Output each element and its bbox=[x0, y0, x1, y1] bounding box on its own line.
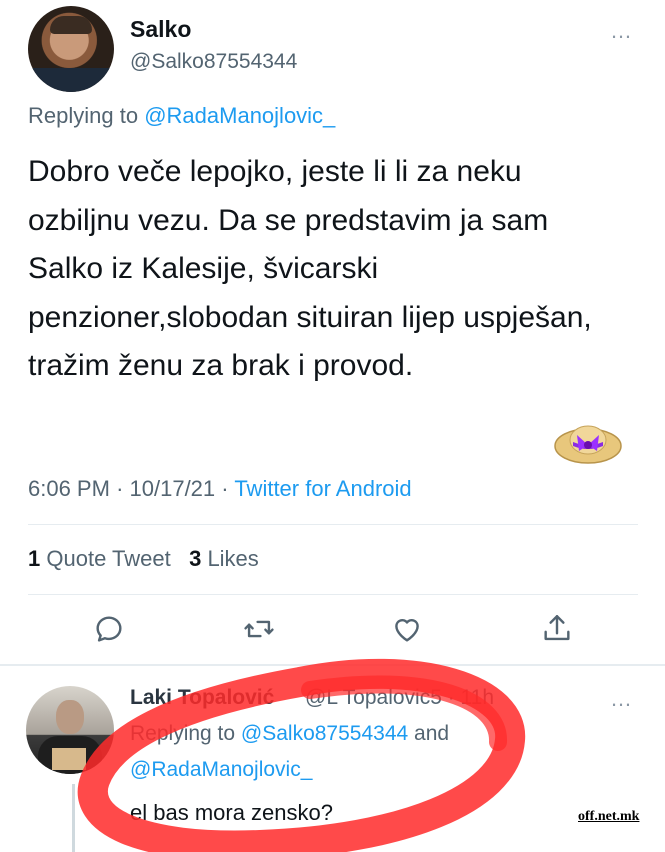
author-avatar[interactable] bbox=[28, 6, 114, 92]
divider bbox=[0, 664, 665, 666]
author-handle[interactable]: @Salko87554344 bbox=[130, 50, 297, 74]
author-name[interactable]: Salko bbox=[130, 16, 191, 43]
heart-icon[interactable] bbox=[390, 612, 424, 646]
tweet-date: 10/17/21 bbox=[129, 476, 216, 501]
thread-line bbox=[72, 784, 75, 852]
reply-author-avatar[interactable] bbox=[26, 686, 114, 774]
quote-tweets-stat[interactable]: 1 Quote Tweet bbox=[28, 546, 171, 571]
more-options-icon[interactable]: … bbox=[610, 18, 633, 44]
hat-sticker-icon bbox=[553, 418, 623, 466]
reply-replying-to: Replying to @Salko87554344 and bbox=[130, 722, 449, 746]
reply-replying-prefix: Replying to bbox=[130, 722, 236, 745]
retweet-icon[interactable] bbox=[242, 612, 276, 646]
replying-to: Replying to @RadaManojlovic_ bbox=[28, 103, 335, 129]
tweet-stats: 1 Quote Tweet 3 Likes bbox=[28, 546, 259, 572]
divider bbox=[28, 524, 638, 525]
replying-to-link[interactable]: @RadaManojlovic_ bbox=[144, 103, 335, 128]
reply-icon[interactable] bbox=[92, 612, 126, 646]
watermark: off.net.mk bbox=[575, 808, 643, 826]
likes-stat[interactable]: 3 Likes bbox=[189, 546, 259, 571]
reply-and-text: and bbox=[414, 722, 450, 745]
share-icon[interactable] bbox=[540, 612, 574, 646]
tweet-timestamp[interactable]: 6:06 PM · 10/17/21 · Twitter for Android bbox=[28, 476, 412, 502]
tweet-time: 6:06 PM bbox=[28, 476, 110, 501]
divider bbox=[28, 594, 638, 595]
reply-author-name[interactable]: Laki Topalović bbox=[130, 686, 274, 710]
reply-mention-rada[interactable]: @RadaManojlovic_ bbox=[130, 758, 312, 782]
reply-more-options-icon[interactable]: … bbox=[610, 686, 633, 712]
replying-prefix: Replying to bbox=[28, 103, 139, 128]
reply-mention-salko[interactable]: @Salko87554344 bbox=[241, 722, 408, 745]
reply-text: el bas mora zensko? bbox=[130, 800, 333, 825]
reply-author-handle[interactable]: @L Topalovic5 · 11h bbox=[305, 686, 494, 710]
tweet-text: Dobro veče lepojko, jeste li li za neku … bbox=[28, 155, 592, 382]
tweet-source[interactable]: Twitter for Android bbox=[234, 476, 411, 501]
